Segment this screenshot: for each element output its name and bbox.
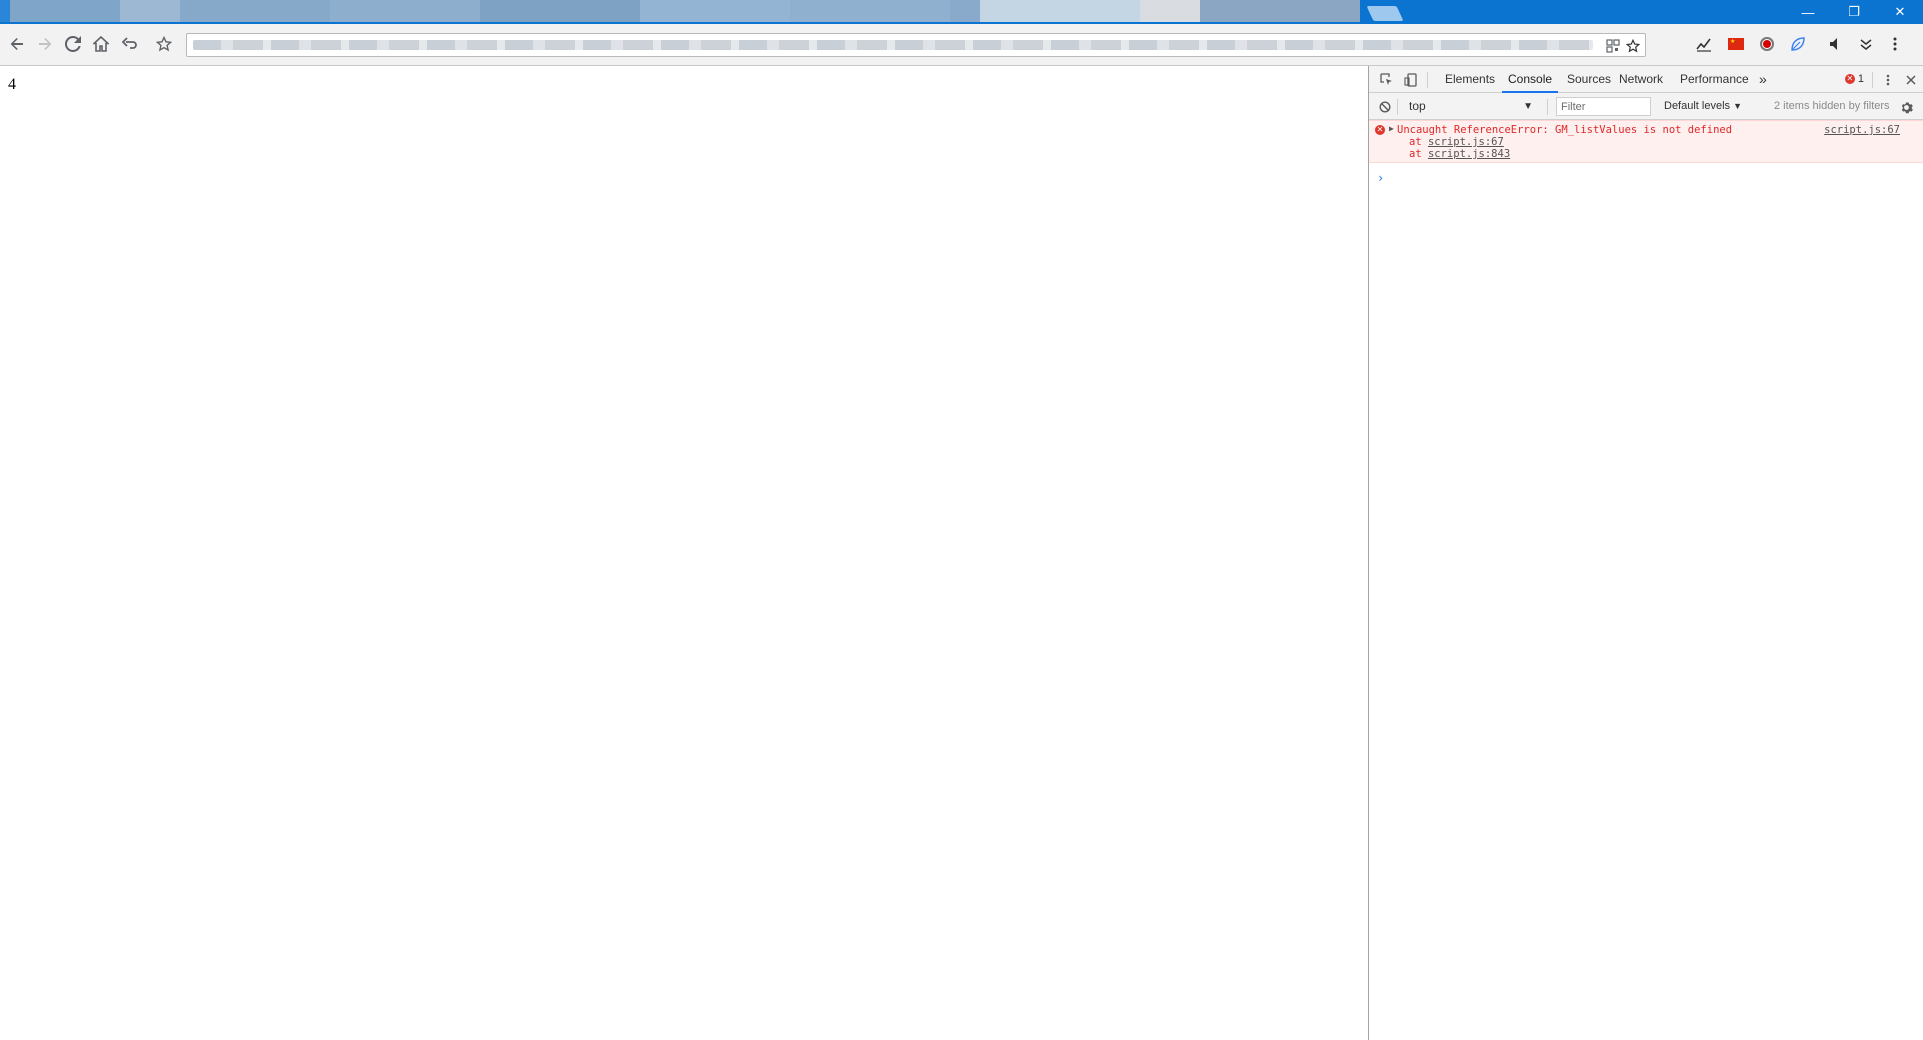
tab-elements[interactable]: Elements: [1439, 66, 1501, 93]
tab[interactable]: [10, 0, 120, 22]
error-count-value: 1: [1857, 73, 1864, 85]
clear-console-icon[interactable]: [1375, 97, 1395, 117]
back-arrow-icon: [10, 38, 23, 50]
device-toolbar-icon[interactable]: [1401, 70, 1421, 90]
star-icon: [156, 36, 172, 52]
hidden-items-note: 2 items hidden by filters: [1774, 100, 1890, 112]
error-text: Uncaught ReferenceError: GM_listValues i…: [1397, 124, 1733, 136]
error-icon: ✕: [1844, 74, 1855, 84]
close-devtools-icon[interactable]: [1901, 70, 1921, 90]
title-bar: — ❐ ✕: [0, 0, 1923, 24]
qr-code-icon[interactable]: [1603, 36, 1623, 56]
new-tab-button[interactable]: [1366, 6, 1404, 21]
more-tabs-button[interactable]: »: [1753, 66, 1773, 93]
stack-frame-link[interactable]: script.js:843: [1428, 148, 1510, 160]
expand-triangle-icon[interactable]: ▶: [1389, 124, 1394, 133]
context-selector[interactable]: top ▼: [1405, 97, 1535, 116]
browser-toolbar: ★: [0, 24, 1923, 66]
stack-frame-link[interactable]: script.js:67: [1428, 136, 1504, 148]
tab[interactable]: [640, 0, 790, 22]
console-output: ✕ ▶ Uncaught ReferenceError: GM_listValu…: [1369, 120, 1923, 1040]
url-text-blurred: [193, 40, 1593, 50]
undo-icon: [121, 37, 137, 49]
home-button[interactable]: [90, 33, 112, 55]
page-viewport: 4: [0, 66, 1368, 1040]
restore-button[interactable]: ❐: [1831, 0, 1877, 24]
tab-network[interactable]: Network: [1613, 66, 1669, 93]
forward-button[interactable]: [34, 33, 56, 55]
browser-menu-icon[interactable]: [1885, 34, 1905, 54]
undo-close-tab-button[interactable]: [118, 33, 140, 55]
devtools-menu-icon[interactable]: [1878, 70, 1898, 90]
console-filter-input[interactable]: [1556, 97, 1651, 116]
error-icon: ✕: [1375, 125, 1385, 135]
console-prompt[interactable]: ›: [1377, 171, 1384, 185]
tab[interactable]: [330, 0, 480, 22]
stack-prefix: at: [1409, 148, 1428, 160]
log-levels-label: Default levels: [1664, 100, 1731, 112]
china-flag-icon[interactable]: ★: [1726, 34, 1746, 54]
error-source-link[interactable]: script.js:67: [1824, 124, 1900, 136]
tab[interactable]: [790, 0, 950, 22]
back-button[interactable]: [6, 33, 28, 55]
tab-strip[interactable]: [0, 0, 1370, 24]
dropdown-arrow-icon: ▼: [1733, 101, 1743, 111]
tab-console[interactable]: Console: [1502, 66, 1559, 93]
record-icon[interactable]: [1757, 34, 1777, 54]
home-icon: [93, 36, 109, 52]
stack-frame: at script.js:67: [1409, 136, 1504, 148]
inspect-element-icon[interactable]: [1377, 70, 1397, 90]
star-icon[interactable]: [1623, 36, 1643, 56]
devtools-panel: Elements Console Sources Network Perform…: [1368, 66, 1923, 1040]
console-toolbar: top ▼ Default levels ▼ 2 items hidden by…: [1369, 93, 1923, 120]
tab[interactable]: [180, 0, 330, 22]
reload-icon: [65, 36, 81, 52]
tab[interactable]: [1200, 0, 1360, 22]
forward-arrow-icon: [39, 38, 52, 50]
dropdown-arrow-icon: ▼: [1523, 101, 1533, 112]
reload-button[interactable]: [62, 33, 84, 55]
speaker-icon[interactable]: [1826, 34, 1846, 54]
tab-performance[interactable]: Performance: [1674, 66, 1755, 93]
error-counter[interactable]: ✕ 1: [1844, 73, 1864, 85]
bookmark-button[interactable]: [153, 33, 175, 55]
console-error-message[interactable]: ✕ ▶ Uncaught ReferenceError: GM_listValu…: [1369, 120, 1923, 163]
stack-prefix: at: [1409, 136, 1428, 148]
close-window-button[interactable]: ✕: [1877, 0, 1923, 24]
leaf-icon[interactable]: [1788, 34, 1808, 54]
console-settings-icon[interactable]: [1896, 97, 1916, 117]
log-levels-dropdown[interactable]: Default levels ▼: [1664, 97, 1742, 116]
extension-chart-icon[interactable]: [1694, 34, 1714, 54]
context-value: top: [1409, 99, 1426, 113]
page-body-text: 4: [8, 76, 16, 93]
tab[interactable]: [480, 0, 640, 22]
tab[interactable]: [980, 0, 1140, 22]
address-bar[interactable]: [186, 33, 1646, 57]
chevron-down-icon[interactable]: [1856, 34, 1876, 54]
minimize-button[interactable]: —: [1785, 0, 1831, 24]
devtools-tabbar: Elements Console Sources Network Perform…: [1369, 66, 1923, 93]
tab-sources[interactable]: Sources: [1561, 66, 1617, 93]
stack-frame: at script.js:843: [1409, 148, 1510, 160]
